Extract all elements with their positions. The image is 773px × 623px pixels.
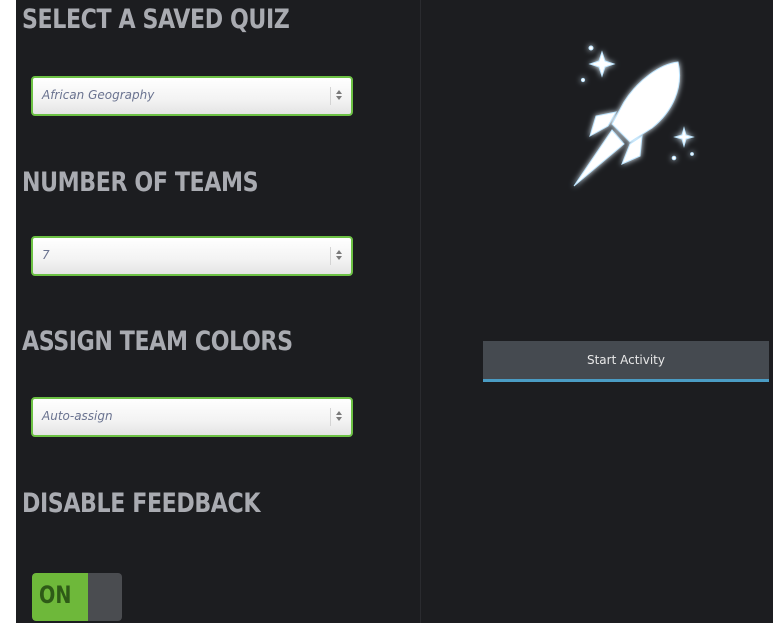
saved-quiz-select[interactable]: African Geography: [31, 76, 353, 116]
toggle-label: ON: [39, 581, 72, 609]
rocket-illustration: [573, 45, 695, 187]
updown-chevron-icon: [330, 408, 345, 426]
number-of-teams-heading: NUMBER OF TEAMS: [22, 167, 259, 198]
app-frame: SELECT A SAVED QUIZ African Geography NU…: [0, 0, 773, 623]
number-of-teams-value: 7: [42, 248, 50, 262]
disable-feedback-heading: DISABLE FEEDBACK: [22, 488, 261, 519]
disable-feedback-toggle[interactable]: ON: [32, 573, 122, 621]
rocket-icon: [560, 40, 700, 195]
start-activity-button[interactable]: Start Activity: [483, 341, 769, 382]
team-colors-value: Auto-assign: [42, 409, 113, 423]
saved-quiz-value: African Geography: [42, 88, 155, 102]
updown-chevron-icon: [330, 87, 345, 105]
updown-chevron-icon: [330, 247, 345, 265]
saved-quiz-heading: SELECT A SAVED QUIZ: [22, 4, 290, 35]
team-colors-select[interactable]: Auto-assign: [31, 397, 353, 437]
team-colors-heading: ASSIGN TEAM COLORS: [22, 326, 293, 357]
number-of-teams-select[interactable]: 7: [31, 236, 353, 276]
